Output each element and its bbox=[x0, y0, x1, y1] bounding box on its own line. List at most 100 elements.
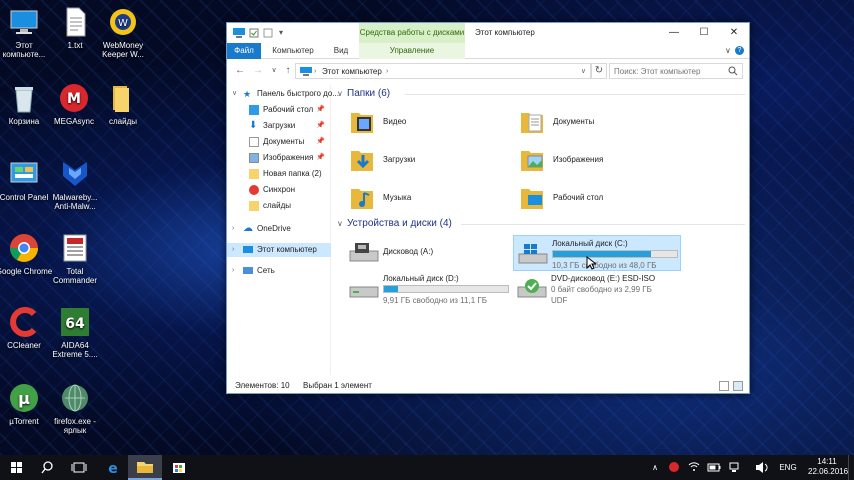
folder-pictures[interactable]: Изображения bbox=[519, 143, 679, 177]
pin-icon[interactable]: 📌 bbox=[316, 135, 325, 149]
forward-button[interactable]: → bbox=[251, 64, 265, 78]
maximize-button[interactable]: ☐ bbox=[689, 23, 719, 43]
desktop-icon-firefox[interactable]: firefox.exe - ярлык bbox=[46, 382, 104, 435]
details-view-icon[interactable] bbox=[719, 381, 729, 391]
tab-manage[interactable]: Управление bbox=[359, 43, 465, 59]
search-icon[interactable] bbox=[30, 455, 64, 480]
chrome-icon bbox=[8, 232, 40, 264]
start-button[interactable] bbox=[0, 455, 34, 480]
nav-item-downloads[interactable]: ⬇ Загрузки 📌 bbox=[227, 119, 331, 133]
svg-text:W: W bbox=[118, 18, 128, 29]
show-desktop-button[interactable] bbox=[848, 455, 854, 480]
customize-qat-icon[interactable]: ▾ bbox=[279, 28, 289, 38]
minimize-button[interactable]: — bbox=[659, 23, 689, 43]
sync-icon bbox=[249, 185, 259, 195]
nav-item-this-pc[interactable]: › Этот компьютер bbox=[227, 243, 331, 257]
expand-ribbon-icon[interactable]: ∨ bbox=[725, 46, 731, 55]
title-bar[interactable]: ▾ Средства работы с дисками Этот компьют… bbox=[227, 23, 749, 43]
tab-view[interactable]: Вид bbox=[327, 43, 355, 59]
clock-time[interactable]: 14:11 bbox=[808, 457, 846, 467]
nav-item-label: Загрузки bbox=[263, 121, 296, 130]
folder-music[interactable]: Музыка bbox=[349, 181, 509, 215]
nav-item-desktop[interactable]: Рабочий стол 📌 bbox=[227, 103, 331, 117]
nav-item-network[interactable]: › Сеть bbox=[227, 264, 331, 278]
up-button[interactable]: ↑ bbox=[281, 64, 295, 78]
nav-quick-access[interactable]: ∨ ★ Панель быстрого до... bbox=[227, 87, 339, 101]
desktop-icon-total-commander[interactable]: Total Commander bbox=[46, 232, 104, 285]
nav-item-sync[interactable]: Синхрон bbox=[227, 183, 331, 197]
breadcrumb[interactable]: Этот компьютер bbox=[322, 64, 382, 79]
chevron-right-icon[interactable]: › bbox=[232, 243, 234, 257]
drive-d[interactable]: Локальный диск (D:) 9,91 ГБ свободно из … bbox=[345, 271, 513, 307]
volume-icon[interactable] bbox=[754, 455, 770, 480]
store-icon[interactable] bbox=[162, 455, 196, 480]
svg-text:e: e bbox=[108, 461, 118, 477]
desktop-icon-webmoney[interactable]: W WebMoney Keeper W... bbox=[94, 6, 152, 59]
refresh-button[interactable]: ↻ bbox=[591, 63, 607, 79]
mega-tray-icon[interactable] bbox=[666, 455, 682, 480]
battery-icon[interactable] bbox=[706, 455, 722, 480]
folder-desktop[interactable]: Рабочий стол bbox=[519, 181, 679, 215]
breadcrumb-chevron-icon[interactable]: › bbox=[386, 64, 388, 79]
chevron-down-icon[interactable]: ∨ bbox=[232, 87, 237, 101]
address-bar[interactable]: › Этот компьютер › ∨ bbox=[295, 63, 591, 79]
folder-downloads[interactable]: Загрузки bbox=[349, 143, 509, 177]
network-tray-icon[interactable] bbox=[726, 455, 742, 480]
clock-date[interactable]: 22.06.2016 bbox=[808, 467, 848, 477]
documents-folder-icon bbox=[519, 109, 545, 135]
chevron-right-icon[interactable]: › bbox=[232, 222, 234, 236]
tab-computer[interactable]: Компьютер bbox=[267, 43, 319, 59]
nav-item-label: Новая папка (2) bbox=[263, 169, 322, 178]
file-explorer-icon[interactable] bbox=[128, 455, 162, 480]
tab-file[interactable]: Файл bbox=[227, 43, 261, 59]
folder-documents[interactable]: Документы bbox=[519, 105, 679, 139]
nav-item-documents[interactable]: Документы 📌 bbox=[227, 135, 331, 149]
group-divider bbox=[461, 224, 745, 225]
nav-item-onedrive[interactable]: › ☁ OneDrive bbox=[227, 222, 331, 236]
drive-c[interactable]: Локальный диск (C:) 10,3 ГБ свободно из … bbox=[513, 235, 681, 271]
drive-a[interactable]: Дисковод (A:) bbox=[345, 235, 513, 271]
nav-item-pictures[interactable]: Изображения 📌 bbox=[227, 151, 331, 165]
desktop-icon-label: Total Commander bbox=[52, 267, 97, 285]
close-button[interactable]: ✕ bbox=[719, 23, 749, 43]
desktop-icon-aida64[interactable]: 64 AIDA64 Extreme 5.... bbox=[46, 306, 104, 359]
language-indicator[interactable]: ENG bbox=[776, 455, 800, 480]
edge-icon[interactable]: e bbox=[96, 455, 130, 480]
pin-icon[interactable]: 📌 bbox=[316, 119, 325, 133]
new-folder-icon[interactable] bbox=[263, 28, 273, 38]
chevron-down-icon[interactable]: ∨ bbox=[581, 64, 586, 79]
group-header-folders[interactable]: ∨ Папки (6) bbox=[337, 87, 390, 101]
wifi-icon[interactable] bbox=[686, 455, 702, 480]
network-icon bbox=[243, 267, 253, 274]
desktop-icon-label: firefox.exe - ярлык bbox=[54, 417, 96, 435]
desktop-icon-malwarebytes[interactable]: Malwareby... Anti-Malw... bbox=[46, 158, 104, 211]
recent-locations-button[interactable]: ∨ bbox=[267, 64, 281, 78]
folder-videos[interactable]: Видео bbox=[349, 105, 509, 139]
properties-icon[interactable] bbox=[249, 28, 259, 38]
drive-free-space: 9,91 ГБ свободно из 11,1 ГБ bbox=[383, 296, 487, 305]
search-icon[interactable] bbox=[728, 66, 738, 78]
chevron-right-icon[interactable]: › bbox=[232, 264, 234, 278]
folder-label: Видео bbox=[383, 117, 407, 126]
computer-icon bbox=[233, 28, 245, 38]
task-view-icon[interactable] bbox=[62, 455, 96, 480]
help-icon[interactable]: ? bbox=[735, 46, 744, 55]
search-box[interactable] bbox=[609, 63, 743, 79]
tiles-view-icon[interactable] bbox=[733, 381, 743, 391]
drive-free-space: 0 байт свободно из 2,99 ГБ bbox=[551, 285, 652, 294]
group-header-devices[interactable]: ∨ Устройства и диски (4) bbox=[337, 217, 452, 231]
document-icon bbox=[249, 137, 259, 147]
cloud-icon: ☁ bbox=[243, 223, 253, 234]
pin-icon[interactable]: 📌 bbox=[316, 103, 325, 117]
nav-item-slides[interactable]: слайды bbox=[227, 199, 331, 213]
chevron-up-icon[interactable]: ∧ bbox=[648, 455, 662, 480]
drive-e-dvd[interactable]: DVD-дисковод (E:) ESD-ISO 0 байт свободн… bbox=[513, 271, 681, 307]
pictures-folder-icon bbox=[519, 147, 545, 173]
search-input[interactable] bbox=[614, 65, 726, 78]
pin-icon[interactable]: 📌 bbox=[316, 151, 325, 165]
nav-item-new-folder-2[interactable]: Новая папка (2) bbox=[227, 167, 331, 181]
desktop-icon-slides[interactable]: слайды bbox=[94, 82, 152, 126]
nav-item-label: Панель быстрого до... bbox=[257, 89, 339, 98]
taskbar: e ∧ ENG 14:11 22.06.2016 bbox=[0, 455, 854, 480]
back-button[interactable]: ← bbox=[233, 64, 247, 78]
